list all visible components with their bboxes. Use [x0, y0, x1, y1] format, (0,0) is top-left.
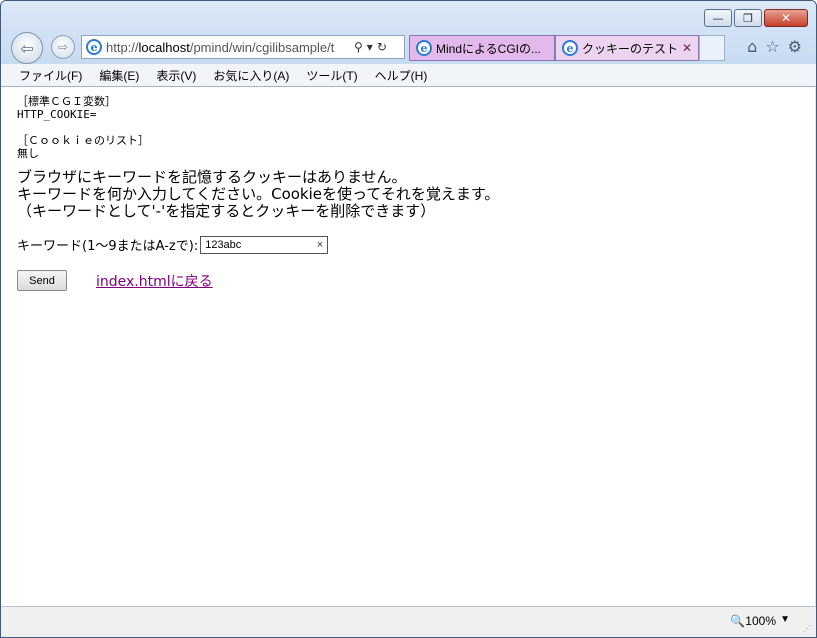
- minimize-button[interactable]: —: [704, 9, 732, 27]
- url-host: localhost: [138, 39, 190, 55]
- menu-tools[interactable]: ツール(T): [306, 67, 357, 84]
- tab-label: クッキーのテスト: [582, 41, 679, 56]
- search-icon[interactable]: ⚲: [354, 40, 363, 54]
- restore-icon: ❐: [743, 11, 753, 25]
- address-url[interactable]: http://localhost/pmind/win/cgilibsample/…: [106, 40, 352, 55]
- menu-bar: ファイル(F) 編集(E) 表示(V) お気に入り(A) ツール(T) ヘルプ(…: [1, 64, 816, 87]
- restore-button[interactable]: ❐: [734, 9, 762, 27]
- action-row: Send index.htmlに戻る: [17, 270, 810, 291]
- address-tools: ⚲ ▾ ↻: [352, 40, 389, 54]
- title-bar: — ❐ ✕ ⇦ ⇨ e http://localhost/pmind/win/c…: [1, 1, 816, 65]
- cookie-heading: ［Ｃｏｏｋｉｅのリスト］: [17, 134, 149, 147]
- menu-edit[interactable]: 編集(E): [99, 67, 139, 84]
- forward-button[interactable]: ⇨: [51, 35, 75, 59]
- send-button[interactable]: Send: [17, 270, 67, 291]
- dropdown-icon[interactable]: ▾: [367, 40, 373, 54]
- keyword-label: キーワード(1〜9またはA-zで):: [17, 239, 199, 254]
- keyword-input[interactable]: 123abc ×: [200, 235, 329, 254]
- address-bar[interactable]: e http://localhost/pmind/win/cgilibsampl…: [81, 35, 405, 59]
- arrow-right-icon: ⇨: [57, 40, 69, 54]
- ie-tab-icon: e: [562, 40, 578, 56]
- menu-favorites[interactable]: お気に入り(A): [213, 67, 289, 84]
- ie-tab-icon: e: [416, 40, 432, 56]
- home-icon[interactable]: ⌂: [747, 37, 757, 56]
- menu-view[interactable]: 表示(V): [156, 67, 196, 84]
- message-line: ブラウザにキーワードを記憶するクッキーはありません。: [17, 168, 407, 186]
- caption-buttons: — ❐ ✕: [702, 9, 808, 27]
- clear-icon[interactable]: ×: [317, 239, 323, 251]
- keyword-row: キーワード(1〜9またはA-zで): 123abc ×: [17, 235, 810, 254]
- cookie-none: 無し: [17, 147, 39, 160]
- page-content: ［標準ＣＧＩ変数］ HTTP_COOKIE= ［Ｃｏｏｋｉｅのリスト］ 無し ブ…: [1, 87, 810, 607]
- message-line: （キーワードとして'-'を指定するとクッキーを削除できます）: [17, 202, 436, 220]
- minimize-icon: —: [712, 11, 724, 25]
- url-prefix: http://: [106, 39, 139, 55]
- close-button[interactable]: ✕: [764, 9, 808, 27]
- resize-grip-icon[interactable]: ⋰: [803, 624, 813, 634]
- toolbar-icons: ⌂ ☆ ⚙: [747, 37, 802, 56]
- cgi-variable: HTTP_COOKIE=: [17, 108, 97, 121]
- tab-close-icon[interactable]: ✕: [682, 41, 692, 55]
- refresh-icon[interactable]: ↻: [377, 40, 387, 54]
- back-to-index-link[interactable]: index.htmlに戻る: [96, 271, 213, 291]
- close-icon: ✕: [780, 11, 792, 25]
- zoom-control[interactable]: 🔍 100%: [730, 614, 776, 628]
- vertical-scroll-area: [808, 87, 815, 607]
- keyword-value: 123abc: [205, 238, 242, 251]
- zoom-magnifier-icon: 🔍: [730, 614, 746, 628]
- arrow-left-icon: ⇦: [20, 38, 34, 58]
- status-bar: 🔍 100% ▼ ⋰: [1, 606, 816, 637]
- favorites-star-icon[interactable]: ☆: [765, 37, 779, 56]
- menu-help[interactable]: ヘルプ(H): [375, 67, 428, 84]
- url-path: /pmind/win/cgilibsample/t: [189, 39, 335, 55]
- new-tab-button[interactable]: [699, 35, 725, 61]
- back-button[interactable]: ⇦: [11, 32, 43, 64]
- browser-window: — ❐ ✕ ⇦ ⇨ e http://localhost/pmind/win/c…: [0, 0, 817, 638]
- message-line: キーワードを何か入力してください。Cookieを使ってそれを覚えます。: [17, 185, 500, 203]
- gear-icon[interactable]: ⚙: [788, 37, 802, 56]
- menu-file[interactable]: ファイル(F): [19, 67, 82, 84]
- zoom-level: 100%: [745, 614, 776, 628]
- ie-page-icon: e: [86, 39, 102, 55]
- tab-cookie-test[interactable]: e クッキーのテスト ✕: [555, 35, 699, 61]
- tab-mind-cgi[interactable]: e MindによるCGIの...: [409, 35, 555, 61]
- cgi-heading: ［標準ＣＧＩ変数］: [17, 95, 116, 108]
- tab-label: MindによるCGIの...: [436, 41, 541, 56]
- zoom-dropdown-icon[interactable]: ▼: [780, 614, 790, 625]
